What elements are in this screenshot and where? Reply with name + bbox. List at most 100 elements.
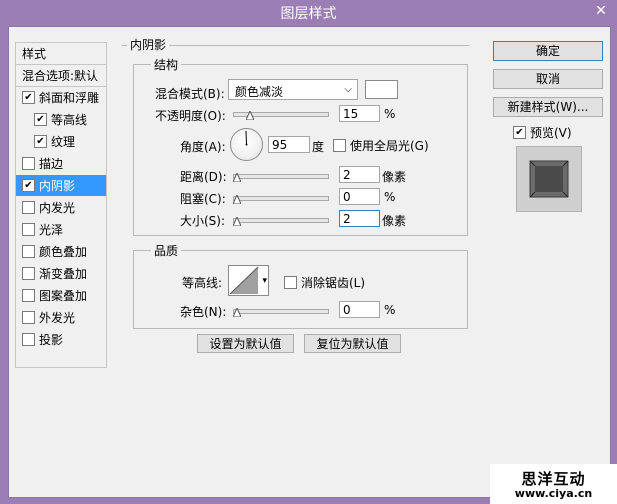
choke-input[interactable]: 0 (339, 188, 380, 205)
style-item-checkbox-icon[interactable]: ✔ (34, 135, 47, 148)
anti-alias-label: 消除锯齿(L) (301, 276, 366, 290)
style-item-checkbox-icon[interactable] (22, 267, 35, 280)
style-item[interactable]: 光泽 (16, 219, 106, 240)
angle-dial[interactable] (230, 128, 263, 161)
noise-slider[interactable] (233, 304, 329, 318)
global-light-checkbox[interactable]: 使用全局光(G) (333, 137, 429, 154)
blend-mode-select[interactable]: 颜色减淡 ⌵ (228, 79, 358, 100)
choke-label: 阻塞(C): (180, 192, 226, 206)
distance-slider[interactable] (233, 169, 329, 183)
size-label: 大小(S): (180, 214, 226, 228)
blend-mode-label: 混合模式(B): (155, 87, 225, 101)
contour-label: 等高线: (182, 276, 223, 290)
noise-percent: % (384, 303, 396, 317)
style-item[interactable]: ✔ 斜面和浮雕 (16, 87, 106, 108)
distance-unit: 像素 (382, 170, 407, 184)
new-style-button[interactable]: 新建样式(W)... (493, 97, 603, 117)
style-item[interactable]: 图案叠加 (16, 285, 106, 306)
quality-title: 品质 (151, 242, 182, 259)
choke-slider-thumb[interactable] (233, 195, 241, 204)
style-item[interactable]: 投影 (16, 329, 106, 350)
style-item[interactable]: ✔ 等高线 (16, 109, 106, 130)
preview-check-icon: ✔ (513, 126, 526, 139)
style-item-label: 颜色叠加 (39, 245, 88, 259)
global-light-label: 使用全局光(G) (350, 139, 429, 153)
contour-dropdown-icon[interactable]: ▾ (262, 276, 267, 286)
style-item-checkbox-icon[interactable] (22, 223, 35, 236)
style-item-checkbox-icon[interactable] (22, 201, 35, 214)
style-item-label: 图案叠加 (39, 289, 88, 303)
size-slider-thumb[interactable] (233, 217, 241, 226)
style-item-label: 内发光 (39, 201, 76, 215)
anti-alias-check-icon (284, 276, 297, 289)
noise-label: 杂色(N): (180, 305, 227, 319)
style-item[interactable]: 渐变叠加 (16, 263, 106, 284)
noise-slider-track (233, 309, 329, 314)
chevron-down-icon: ⌵ (344, 84, 352, 95)
style-item-checkbox-icon[interactable] (22, 157, 35, 170)
style-item-checkbox-icon[interactable] (22, 333, 35, 346)
close-icon[interactable]: ✕ (591, 2, 611, 20)
opacity-slider-thumb[interactable] (246, 111, 255, 120)
style-item-label: 描边 (39, 157, 64, 171)
style-item-checkbox-icon[interactable] (22, 311, 35, 324)
styles-header-label: 样式 (22, 47, 47, 61)
global-light-check-icon (333, 139, 346, 152)
style-item-label: 光泽 (39, 223, 64, 237)
style-item-checkbox-icon[interactable]: ✔ (22, 179, 35, 192)
style-item-checkbox-icon[interactable]: ✔ (22, 91, 35, 104)
styles-header[interactable]: 样式 (16, 43, 106, 65)
blend-options-label: 混合选项:默认 (22, 69, 99, 83)
noise-input[interactable]: 0 (339, 301, 380, 318)
angle-label: 角度(A): (180, 140, 226, 154)
style-preview (516, 146, 582, 212)
opacity-label: 不透明度(O): (155, 109, 226, 123)
style-item-label: 等高线 (51, 113, 88, 127)
distance-slider-thumb[interactable] (233, 173, 241, 182)
style-item-checkbox-icon[interactable]: ✔ (34, 113, 47, 126)
contour-picker[interactable]: ▾ (228, 265, 269, 296)
style-item[interactable]: 颜色叠加 (16, 241, 106, 262)
preview-checkbox[interactable]: ✔ 预览(V) (513, 124, 572, 141)
opacity-slider[interactable] (233, 107, 329, 121)
style-item-label: 外发光 (39, 311, 76, 325)
blend-mode-value: 颜色减淡 (235, 85, 284, 99)
opacity-input[interactable]: 15 (339, 105, 380, 122)
structure-title: 结构 (151, 56, 182, 73)
window-title: 图层样式 (280, 6, 337, 22)
style-item[interactable]: 描边 (16, 153, 106, 174)
blend-options-item[interactable]: 混合选项:默认 (16, 65, 106, 87)
make-default-button[interactable]: 设置为默认值 (197, 334, 294, 353)
reset-default-button[interactable]: 复位为默认值 (304, 334, 401, 353)
ok-button[interactable]: 确定 (493, 41, 603, 61)
dialog-body: 样式 混合选项:默认 ✔ 斜面和浮雕 ✔ 等高线 ✔ 纹理 描边 ✔ 内阴影 内发光 光泽 颜色叠加渐… (8, 26, 611, 498)
style-item[interactable]: 内发光 (16, 197, 106, 218)
distance-label: 距离(D): (180, 170, 227, 184)
distance-input[interactable]: 2 (339, 166, 380, 183)
distance-slider-track (233, 174, 329, 179)
style-item[interactable]: ✔ 纹理 (16, 131, 106, 152)
size-unit: 像素 (382, 214, 407, 228)
style-item-checkbox-icon[interactable] (22, 289, 35, 302)
size-input[interactable]: 2 (339, 210, 380, 227)
choke-slider[interactable] (233, 191, 329, 205)
style-list: 样式 混合选项:默认 ✔ 斜面和浮雕 ✔ 等高线 ✔ 纹理 描边 ✔ 内阴影 内发光 光泽 颜色叠加渐… (15, 42, 107, 368)
angle-input[interactable]: 95 (268, 136, 310, 153)
angle-needle-icon (245, 130, 248, 146)
contour-curve-icon (229, 266, 259, 295)
style-item[interactable]: ✔ 内阴影 (16, 175, 106, 196)
watermark-url: www.ciya.cn (514, 487, 593, 500)
style-item[interactable]: 外发光 (16, 307, 106, 328)
preview-label: 预览(V) (530, 126, 572, 140)
anti-alias-checkbox[interactable]: 消除锯齿(L) (284, 274, 365, 291)
noise-slider-thumb[interactable] (233, 308, 241, 317)
choke-slider-track (233, 196, 329, 201)
angle-unit: 度 (312, 140, 325, 154)
cancel-button[interactable]: 取消 (493, 69, 603, 89)
style-item-label: 投影 (39, 333, 64, 347)
shadow-color-swatch[interactable] (365, 80, 398, 99)
style-item-checkbox-icon[interactable] (22, 245, 35, 258)
choke-percent: % (384, 190, 396, 204)
watermark-brand: 思洋互动 (521, 470, 586, 488)
size-slider[interactable] (233, 213, 329, 227)
